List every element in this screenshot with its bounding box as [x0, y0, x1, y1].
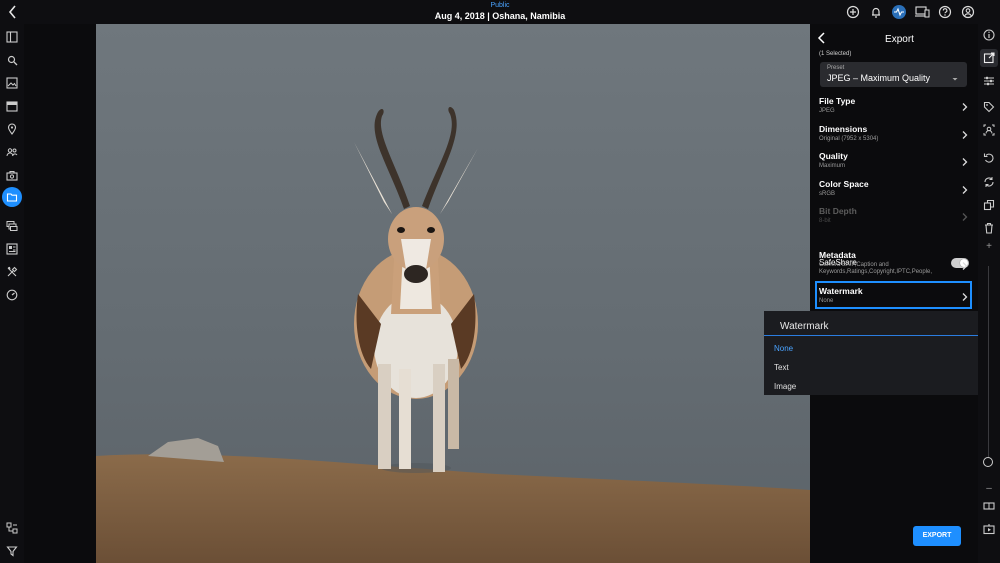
zoom-in-icon[interactable]: + [978, 241, 1000, 252]
rotate-icon[interactable] [980, 149, 998, 167]
chevron-right-icon [961, 127, 969, 139]
filter-icon[interactable] [3, 542, 21, 560]
row-bit-depth: Bit Depth 8-bit [819, 206, 969, 225]
preset-select[interactable]: Preset JPEG – Maximum Quality [820, 62, 967, 87]
hierarchy-icon[interactable] [3, 519, 21, 537]
caret-down-icon [951, 70, 959, 81]
row-dimensions[interactable]: Dimensions Original (7952 x 5304) [819, 124, 969, 143]
date-location-title: Aug 4, 2018 | Oshana, Namibia [434, 11, 566, 21]
visibility-label[interactable]: Public [380, 2, 620, 10]
dashboard-icon[interactable] [3, 286, 21, 304]
option-image[interactable]: Image [774, 382, 796, 391]
option-text[interactable]: Text [774, 363, 789, 372]
row-value: Original (7952 x 5304) [819, 136, 879, 142]
add-icon[interactable] [844, 4, 861, 20]
present-icon[interactable] [980, 520, 998, 538]
chevron-right-icon [961, 154, 969, 166]
preset-value: JPEG – Maximum Quality [827, 73, 931, 83]
bell-icon[interactable] [867, 4, 884, 20]
sync-icon[interactable] [980, 173, 998, 191]
divider [764, 335, 1000, 336]
row-label: Quality [819, 151, 848, 161]
tag-icon[interactable] [980, 98, 998, 116]
stack-icon[interactable] [3, 217, 21, 235]
watermark-dropdown: Watermark None Text Image [764, 311, 1000, 395]
compare-icon[interactable] [980, 497, 998, 515]
image-icon[interactable] [3, 74, 21, 92]
people-icon[interactable] [3, 143, 21, 161]
face-icon[interactable] [980, 121, 998, 139]
row-quality[interactable]: Quality Maximum [819, 151, 969, 170]
sidebar-toggle-icon[interactable] [3, 28, 21, 46]
chevron-right-icon [961, 182, 969, 194]
top-icons [844, 4, 976, 20]
activity-icon[interactable] [890, 4, 907, 20]
row-metadata[interactable]: Metadata Camera EXIF,Caption and Keyword… [819, 250, 969, 276]
chevron-right-icon [961, 99, 969, 111]
chevron-right-icon [961, 289, 969, 301]
row-label: File Type [819, 96, 856, 106]
preset-label: Preset [827, 65, 845, 71]
calendar-icon[interactable] [3, 97, 21, 115]
zoom-out-icon[interactable]: – [978, 483, 1000, 494]
user-icon[interactable] [959, 4, 976, 20]
zoom-slider-track[interactable] [988, 266, 989, 466]
row-watermark[interactable]: Watermark None [819, 286, 969, 305]
tools-icon[interactable] [3, 263, 21, 281]
devices-icon[interactable] [913, 4, 930, 20]
export-panel: Export (1 Selected) Preset JPEG – Maximu… [811, 24, 978, 563]
row-color-space[interactable]: Color Space sRGB [819, 179, 969, 198]
row-value: JPEG [819, 108, 835, 114]
row-label: Watermark [819, 286, 863, 296]
row-label: Bit Depth [819, 206, 857, 216]
trash-icon[interactable] [980, 219, 998, 237]
row-label: Metadata [819, 250, 856, 260]
dropdown-title: Watermark [780, 321, 829, 332]
right-rail: + – [978, 24, 1000, 563]
copy-icon[interactable] [980, 196, 998, 214]
export-icon[interactable] [980, 49, 998, 67]
info-icon[interactable] [980, 26, 998, 44]
left-rail [0, 24, 24, 563]
folder-icon[interactable] [2, 187, 22, 207]
location-icon[interactable] [3, 120, 21, 138]
chevron-right-icon [961, 258, 969, 270]
camera-bag-icon[interactable] [3, 166, 21, 184]
option-none[interactable]: None [774, 344, 793, 353]
zoom-slider-knob[interactable] [983, 457, 993, 467]
springbok-photo [96, 24, 810, 563]
top-bar: Public Aug 4, 2018 | Oshana, Namibia [0, 0, 1000, 24]
album-icon[interactable] [3, 240, 21, 258]
chevron-right-icon [961, 209, 969, 221]
row-label: Color Space [819, 179, 869, 189]
search-icon[interactable] [3, 51, 21, 69]
export-button[interactable]: EXPORT [913, 526, 961, 546]
row-value: None [819, 298, 834, 304]
adjust-icon[interactable] [980, 72, 998, 90]
back-icon[interactable] [4, 3, 22, 21]
row-file-type[interactable]: File Type JPEG [819, 96, 969, 115]
panel-title: Export [885, 34, 914, 45]
row-label: Dimensions [819, 124, 868, 134]
photo-title: Public Aug 4, 2018 | Oshana, Namibia [380, 2, 620, 22]
photo-viewer[interactable] [96, 24, 810, 563]
help-icon[interactable] [936, 4, 953, 20]
row-value: sRGB [819, 191, 836, 197]
row-value: Maximum [819, 163, 846, 169]
selected-count: (1 Selected) [819, 51, 852, 57]
row-value: Camera EXIF,Caption and Keywords,Ratings… [819, 262, 933, 275]
row-value: 8-bit [819, 218, 831, 224]
